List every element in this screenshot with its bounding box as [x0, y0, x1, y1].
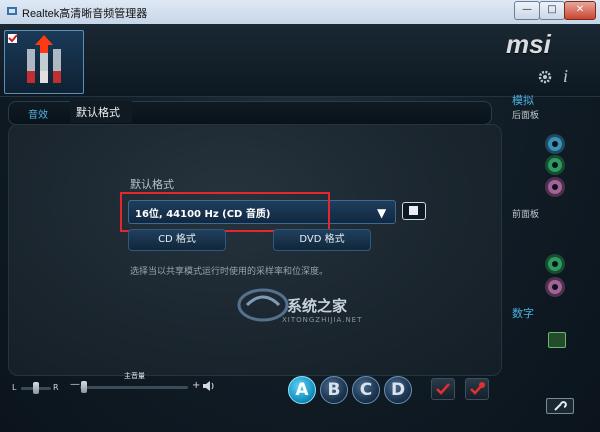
digital-label: 数字: [512, 307, 534, 320]
realtek-audio-manager-window: Realtek高清晰音频管理器 — □ ✕ msi i 音效 默认格式 默认格式…: [0, 0, 600, 432]
highlight-annotation-box: [120, 192, 330, 232]
profile-b-button[interactable]: B: [320, 376, 348, 404]
speaker-volume-icon[interactable]: [202, 380, 216, 392]
gear-icon[interactable]: [537, 69, 553, 85]
front-mic-jack-icon[interactable]: [548, 280, 562, 294]
volume-slider-thumb[interactable]: [81, 381, 88, 393]
profile-a-button[interactable]: A: [288, 376, 316, 404]
watermark-text: 系统之家: [287, 297, 348, 315]
dvd-format-button[interactable]: DVD 格式: [273, 229, 371, 251]
back-mic-jack-icon[interactable]: [548, 180, 562, 194]
analog-label: 模拟: [512, 94, 534, 107]
profile-c-button[interactable]: C: [352, 376, 380, 404]
section-title: 默认格式: [130, 178, 174, 191]
cd-format-button[interactable]: CD 格式: [128, 229, 226, 251]
front-panel-label: 前面板: [512, 210, 540, 220]
square-icon: [409, 206, 418, 215]
wrench-icon: [554, 401, 567, 411]
rca-connector-icon: [8, 34, 61, 83]
balance-slider-thumb[interactable]: [33, 382, 39, 394]
checkmark-icon: [436, 383, 450, 395]
master-volume-label: 主音量: [124, 372, 145, 380]
device-speakers-icon[interactable]: [4, 30, 84, 94]
digital-output-icon[interactable]: [548, 332, 566, 348]
window-title: Realtek高清晰音频管理器: [22, 8, 148, 20]
tab-default-format[interactable]: 默认格式: [70, 101, 132, 123]
close-button[interactable]: ✕: [564, 1, 596, 20]
volume-minus-icon: —: [70, 379, 80, 390]
title-bar: Realtek高清晰音频管理器 — □ ✕: [0, 0, 600, 25]
info-icon[interactable]: i: [563, 66, 568, 87]
profile-d-button[interactable]: D: [384, 376, 412, 404]
front-headphone-jack-icon[interactable]: [548, 257, 562, 271]
tab-sound-effects[interactable]: 音效: [28, 106, 48, 121]
tab-default-format-label: 默认格式: [76, 106, 120, 119]
msi-logo: msi: [506, 29, 551, 59]
restore-default-button[interactable]: [402, 202, 426, 220]
format-description: 选择当以共享模式运行时使用的采样率和位深度。: [130, 267, 329, 277]
maximize-button[interactable]: □: [539, 1, 565, 20]
back-panel-label: 后面板: [512, 111, 540, 121]
content-panel: [8, 124, 502, 376]
checkmark-edit-icon: [470, 382, 485, 395]
watermark-subtext: XITONGZHIJIA.NET: [282, 316, 363, 324]
volume-slider-track[interactable]: [80, 386, 188, 389]
balance-right-label: R: [53, 383, 59, 392]
back-line-out-jack-icon[interactable]: [548, 158, 562, 172]
advanced-settings-button[interactable]: [546, 398, 574, 414]
balance-left-label: L: [12, 383, 17, 392]
minimize-button[interactable]: —: [514, 1, 540, 20]
dropdown-arrow-icon: ▼: [377, 206, 387, 220]
speaker-app-icon: [7, 7, 17, 15]
volume-plus-icon: +: [192, 380, 201, 391]
reset-check-button[interactable]: [465, 378, 489, 400]
back-line-in-jack-icon[interactable]: [548, 137, 562, 151]
apply-check-button[interactable]: [431, 378, 455, 400]
